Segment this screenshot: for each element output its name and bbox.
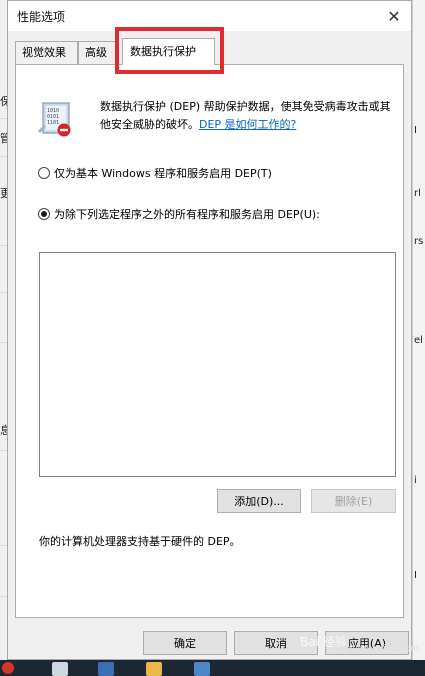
taskbar-folder-icon[interactable] <box>146 662 162 676</box>
dep-shield-icon: 1010 0101 1101 <box>38 102 71 137</box>
ok-button[interactable]: 确定 <box>143 631 227 655</box>
taskbar-app-icon[interactable] <box>52 662 68 676</box>
background-window-right: I rl rs el i I <box>412 0 425 660</box>
baidu-watermark: Bai 经验 jingyan.baidu.com <box>300 624 419 658</box>
radio-basic-only[interactable]: 仅为基本 Windows 程序和服务启用 DEP(T) <box>38 165 272 181</box>
dep-description: 数据执行保护 (DEP) 帮助保护数据，使其免受病毒攻击或其他安全威胁的破坏。D… <box>100 98 400 134</box>
radio-basic-indicator[interactable] <box>38 167 50 179</box>
svg-text:1101: 1101 <box>47 120 59 126</box>
bg-char: rl <box>414 188 421 199</box>
taskbar-app-icon[interactable] <box>194 662 210 676</box>
tab-advanced[interactable]: 高级 <box>78 41 116 64</box>
excluded-programs-list[interactable] <box>39 252 396 477</box>
taskbar-app-icon[interactable] <box>2 662 14 674</box>
radio-all-except[interactable]: 为除下列选定程序之外的所有程序和服务启用 DEP(U): <box>38 206 320 222</box>
radio-all-label: 为除下列选定程序之外的所有程序和服务启用 DEP(U): <box>54 208 320 221</box>
tab-label: 视觉效果 <box>22 46 66 59</box>
remove-button-label: 删除(E) <box>334 495 373 508</box>
radio-all-indicator[interactable] <box>38 208 50 220</box>
bg-char: el <box>414 335 423 346</box>
performance-options-dialog: 性能选项 ✕ 视觉效果 高级 数据执行保护 1010 0101 1101 数据执… <box>7 0 412 660</box>
bg-char: I <box>414 125 417 136</box>
remove-program-button[interactable]: 删除(E) <box>311 489 396 513</box>
close-icon: ✕ <box>387 6 401 26</box>
bg-char: i <box>414 475 417 486</box>
ok-button-label: 确定 <box>174 637 196 650</box>
title-bar[interactable]: 性能选项 ✕ <box>8 1 411 31</box>
watermark-url: jingyan.baidu.com <box>336 644 420 654</box>
tab-label: 高级 <box>85 46 107 59</box>
taskbar <box>0 660 425 676</box>
add-button-label: 添加(D)... <box>234 495 284 508</box>
bg-char: I <box>414 570 417 581</box>
hardware-dep-note: 你的计算机处理器支持基于硬件的 DEP。 <box>39 535 241 548</box>
radio-basic-label: 仅为基本 Windows 程序和服务启用 DEP(T) <box>54 167 272 180</box>
close-button[interactable]: ✕ <box>377 1 411 31</box>
cancel-button-label: 取消 <box>265 637 287 650</box>
add-program-button[interactable]: 添加(D)... <box>217 489 301 513</box>
dep-help-link[interactable]: DEP 是如何工作的? <box>199 118 296 131</box>
dep-tab-panel: 1010 0101 1101 数据执行保护 (DEP) 帮助保护数据，使其免受病… <box>15 64 404 618</box>
bg-char: rs <box>414 236 424 247</box>
window-title: 性能选项 <box>17 10 66 24</box>
tab-data-execution-prevention[interactable]: 数据执行保护 <box>122 38 215 65</box>
tab-label: 数据执行保护 <box>130 45 196 58</box>
taskbar-app-icon[interactable] <box>98 662 114 676</box>
tab-visual-effects[interactable]: 视觉效果 <box>15 41 78 64</box>
